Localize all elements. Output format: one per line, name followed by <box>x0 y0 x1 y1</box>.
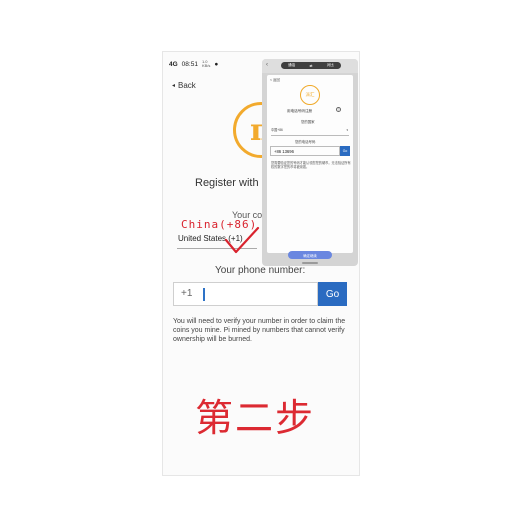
overlay-country-label: 您的国家 <box>301 120 315 124</box>
overlay-phone-input[interactable]: +86 13696 <box>270 146 340 156</box>
back-button[interactable]: ◂ Back <box>172 81 196 90</box>
overlay-logo: 派汇 <box>300 85 320 105</box>
overlay-country-select[interactable]: 中国+86 ▾ <box>271 127 349 136</box>
notification-icon: ● <box>214 60 219 68</box>
help-icon[interactable]: ? <box>336 107 341 112</box>
status-bar: 4G 08:51 1.0 KB/s ● <box>169 58 218 70</box>
register-title: Register with p <box>195 177 268 189</box>
overlay-go-button[interactable]: Go <box>340 146 350 156</box>
verification-help-text: You will need to verify your number in o… <box>173 318 346 343</box>
overlay-tab[interactable]: 通话 <box>288 63 295 68</box>
text-caret <box>203 288 205 301</box>
clock: 08:51 <box>181 60 198 68</box>
overlay-title: 用电话号码注册 <box>287 109 313 113</box>
country-code: +1 <box>181 288 193 299</box>
phone-number-input[interactable]: +1 <box>173 282 318 306</box>
overlay-phone-label: 您的电话号码 <box>295 140 316 144</box>
overlay-country-value: 中国+86 <box>271 128 283 132</box>
overlay-help-text: 您需要验证您的号码才能认领您挖的硬币。无法验证所有权的数字挖的币将被烧毁。 <box>271 161 351 169</box>
overlay-tab[interactable]: 对比 <box>327 63 334 68</box>
overlay-back-chevron-icon: ‹ <box>266 62 268 68</box>
chevron-down-icon: ▾ <box>346 128 348 132</box>
overlay-continue-button[interactable]: 确定继续 <box>288 251 332 259</box>
overlay-screen: < 返回 派汇 用电话号码注册 ? 您的国家 中国+86 ▾ 您的电话号码 +8… <box>267 75 353 253</box>
network-speed: 1.0 KB/s <box>202 60 210 68</box>
overlay-back-button[interactable]: < 返回 <box>270 78 280 83</box>
step-annotation: 第二步 <box>195 396 316 440</box>
overlay-swap-icon[interactable]: ⇄ <box>309 64 312 68</box>
overlay-top-bar: ‹ 通话 ⇄ 对比 <box>262 59 358 73</box>
phone-number-label: Your phone number: <box>215 265 306 276</box>
translated-screenshot-overlay: ‹ 通话 ⇄ 对比 < 返回 派汇 用电话号码注册 ? 您的国家 中国+86 ▾… <box>262 59 358 266</box>
network-speed-unit: KB/s <box>201 63 211 68</box>
home-indicator <box>302 262 318 264</box>
back-label: Back <box>178 81 196 90</box>
back-arrow-icon: ◂ <box>172 83 176 89</box>
go-button[interactable]: Go <box>318 282 347 306</box>
red-checkmark-icon <box>224 226 260 254</box>
overlay-tab-pill: 通话 ⇄ 对比 <box>281 62 341 69</box>
signal-indicator: 4G <box>169 60 178 68</box>
